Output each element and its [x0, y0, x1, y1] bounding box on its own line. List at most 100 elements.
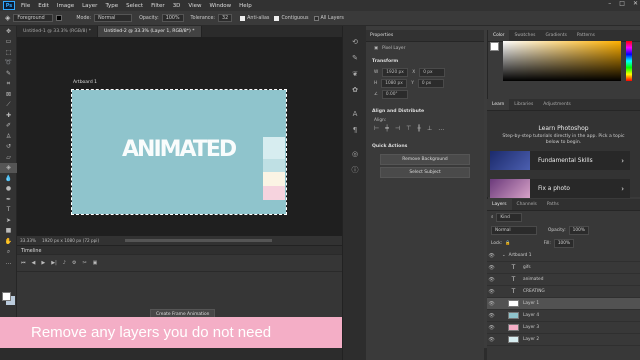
spot-healing-tool-icon[interactable]: ✚	[0, 110, 17, 121]
menu-file[interactable]: File	[17, 3, 34, 9]
quick-select-tool-icon[interactable]: ✎	[0, 68, 17, 79]
layer-opacity-field[interactable]: 100%	[568, 226, 589, 235]
history-icon[interactable]: ⟲	[343, 34, 367, 50]
transition-icon[interactable]: ▣	[93, 260, 98, 266]
align-middle-icon[interactable]: ╫	[417, 125, 421, 132]
hue-slider[interactable]	[626, 41, 632, 81]
tab-adjustments[interactable]: Adjustments	[538, 99, 576, 110]
minimize-icon[interactable]: –	[608, 0, 611, 7]
settings-icon[interactable]: ⚙	[72, 260, 76, 266]
next-frame-icon[interactable]: ▶|	[51, 260, 57, 266]
tab-color[interactable]: Color	[488, 30, 510, 41]
crop-tool-icon[interactable]: ⌗	[0, 79, 17, 90]
zoom-tool-icon[interactable]: ⌕	[0, 247, 17, 258]
blur-tool-icon[interactable]: 💧	[0, 173, 17, 184]
transform-heading[interactable]: Transform	[366, 56, 484, 67]
more-tools-icon[interactable]: …	[0, 257, 17, 268]
lasso-tool-icon[interactable]: ➰	[0, 58, 17, 69]
shape-tool-icon[interactable]: ■	[0, 226, 17, 237]
zoom-level[interactable]: 33.33%	[20, 238, 36, 243]
tab-paths[interactable]: Paths	[542, 199, 564, 210]
x-field[interactable]: 0 px	[419, 68, 446, 77]
glyphs-icon[interactable]: ◎	[343, 146, 367, 162]
move-tool-icon[interactable]: ✥	[0, 26, 17, 37]
visibility-eye-icon[interactable]: 👁	[487, 265, 496, 271]
layer-row-gifs[interactable]: 👁 T gifs	[487, 262, 640, 274]
horizontal-scrollbar[interactable]	[125, 239, 272, 242]
type-tool-icon[interactable]: T	[0, 205, 17, 216]
mode-select[interactable]: Normal	[94, 14, 133, 22]
stamp-tool-icon[interactable]: ♙	[0, 131, 17, 142]
tab-patterns[interactable]: Patterns	[572, 30, 600, 41]
brushes-icon[interactable]: ❦	[343, 66, 367, 82]
opacity-field[interactable]: 100%	[161, 14, 184, 22]
layer-row-layer-2[interactable]: 👁 Layer 2	[487, 334, 640, 346]
color-panel-foreground[interactable]	[490, 42, 499, 51]
layer-row-artboard[interactable]: 👁 ⌄ Artboard 1	[487, 250, 640, 262]
dodge-tool-icon[interactable]: ●	[0, 184, 17, 195]
info-icon[interactable]: ⓘ	[343, 162, 367, 178]
select-subject-button[interactable]: Select Subject	[380, 167, 470, 178]
align-right-icon[interactable]: ⊣	[395, 125, 400, 132]
paint-bucket-tool-icon[interactable]: ◈	[0, 162, 17, 173]
play-icon[interactable]: ▶	[41, 260, 45, 266]
visibility-eye-icon[interactable]: 👁	[487, 313, 496, 319]
menu-select[interactable]: Select	[122, 3, 147, 9]
quick-actions-heading[interactable]: Quick Actions	[366, 141, 484, 152]
tab-learn[interactable]: Learn	[487, 99, 510, 110]
fill-source-select[interactable]: Foreground	[13, 14, 54, 22]
kind-filter-select[interactable]: Kind	[496, 213, 523, 222]
more-align-icon[interactable]: …	[438, 125, 444, 132]
character-icon[interactable]: A	[343, 106, 367, 122]
close-icon[interactable]: ✕	[633, 0, 638, 7]
layer-row-layer-4[interactable]: 👁 Layer 4	[487, 310, 640, 322]
visibility-eye-icon[interactable]: 👁	[487, 277, 496, 283]
menu-layer[interactable]: Layer	[78, 3, 101, 9]
paint-bucket-icon[interactable]: ◈	[5, 14, 10, 22]
menu-help[interactable]: Help	[235, 3, 256, 9]
align-top-icon[interactable]: ⊤	[406, 125, 411, 132]
width-field[interactable]: 1920 px	[382, 68, 409, 77]
visibility-eye-icon[interactable]: 👁	[487, 337, 496, 343]
menu-window[interactable]: Window	[205, 3, 235, 9]
first-frame-icon[interactable]: ⏮	[21, 260, 26, 266]
paragraph-icon[interactable]: ¶	[343, 122, 367, 138]
tab-layers[interactable]: Layers	[487, 199, 512, 210]
contiguous-checkbox[interactable]	[274, 15, 280, 21]
angle-field[interactable]: 0.00°	[381, 90, 408, 99]
menu-type[interactable]: Type	[101, 3, 122, 9]
menu-3d[interactable]: 3D	[169, 3, 185, 9]
tab-channels[interactable]: Channels	[512, 199, 542, 210]
hand-tool-icon[interactable]: ✋	[0, 236, 17, 247]
visibility-eye-icon[interactable]: 👁	[487, 289, 496, 295]
layer-row-layer-3[interactable]: 👁 Layer 3	[487, 322, 640, 334]
fix-photo-card[interactable]: Fix a photo ›	[490, 179, 630, 198]
split-icon[interactable]: ✂	[82, 260, 86, 266]
layer-row-layer-1[interactable]: 👁 Layer 1	[487, 298, 640, 310]
blend-mode-select[interactable]: Normal	[491, 226, 537, 235]
brush-tool-icon[interactable]: ✐	[0, 121, 17, 132]
clone-source-icon[interactable]: ✿	[343, 82, 367, 98]
history-brush-tool-icon[interactable]: ↺	[0, 142, 17, 153]
all-layers-checkbox[interactable]	[313, 15, 319, 21]
color-picker-field[interactable]	[503, 41, 621, 81]
eraser-tool-icon[interactable]: ▱	[0, 152, 17, 163]
fundamental-skills-card[interactable]: Fundamental Skills ›	[490, 151, 630, 170]
brush-settings-icon[interactable]: ✎	[343, 50, 367, 66]
foreground-color-swatch[interactable]	[2, 292, 11, 301]
frame-tool-icon[interactable]: ⊠	[0, 89, 17, 100]
tolerance-field[interactable]: 32	[218, 14, 233, 22]
layer-row-animated[interactable]: 👁 T animated	[487, 274, 640, 286]
align-center-icon[interactable]: ╪	[385, 125, 389, 132]
align-heading[interactable]: Align and Distribute	[366, 106, 484, 117]
height-field[interactable]: 1080 px	[381, 79, 408, 88]
menu-image[interactable]: Image	[53, 3, 78, 9]
menu-filter[interactable]: Filter	[147, 3, 169, 9]
visibility-eye-icon[interactable]: 👁	[487, 325, 496, 331]
artboard-tool-icon[interactable]: ▭	[0, 37, 17, 48]
y-field[interactable]: 0 px	[417, 79, 444, 88]
audio-icon[interactable]: ♪	[63, 260, 66, 266]
collapse-chevron-icon[interactable]: ⌄	[502, 253, 506, 258]
tab-libraries[interactable]: Libraries	[509, 99, 538, 110]
align-bottom-icon[interactable]: ⊥	[427, 125, 432, 132]
